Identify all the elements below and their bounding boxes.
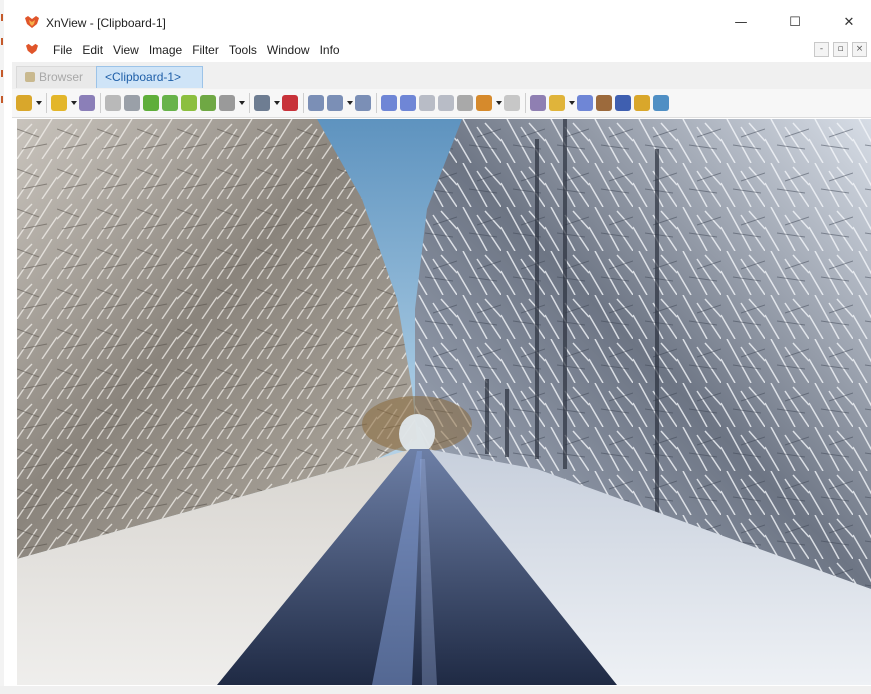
mdi-close-button[interactable]: × — [852, 42, 867, 57]
previous-icon[interactable] — [381, 95, 397, 111]
dropdown-arrow-icon[interactable] — [495, 95, 502, 111]
main-toolbar — [12, 89, 871, 118]
green-folder-icon[interactable] — [181, 95, 197, 111]
dropdown-arrow-icon[interactable] — [70, 95, 77, 111]
fullscreen-icon[interactable] — [504, 95, 520, 111]
next-icon[interactable] — [400, 95, 416, 111]
print-icon[interactable] — [219, 95, 235, 111]
menu-image[interactable]: Image — [144, 43, 187, 57]
menu-edit[interactable]: Edit — [77, 43, 108, 57]
image-view[interactable] — [17, 119, 871, 685]
adjust-icon[interactable] — [530, 95, 546, 111]
window-title: XnView - [Clipboard-1] — [46, 16, 166, 30]
menu-view[interactable]: View — [108, 43, 144, 57]
zoom-fit-icon[interactable] — [355, 95, 371, 111]
effects-icon[interactable] — [549, 95, 565, 111]
close-button[interactable]: ✕ — [826, 8, 871, 38]
copy-icon[interactable] — [124, 95, 140, 111]
toolbar-separator — [376, 93, 377, 113]
zoom-out-icon[interactable] — [327, 95, 343, 111]
minimize-button[interactable]: — — [718, 8, 764, 38]
xnview-app-icon — [25, 16, 39, 28]
browser-tab-icon — [25, 72, 35, 82]
select-pointer-icon[interactable] — [16, 95, 32, 111]
dropdown-arrow-icon[interactable] — [35, 95, 42, 111]
toolbar-separator — [46, 93, 47, 113]
open-folder-icon[interactable] — [51, 95, 67, 111]
tab-browser[interactable]: Browser — [16, 66, 104, 88]
gold-bar-icon[interactable] — [634, 95, 650, 111]
last-icon[interactable] — [438, 95, 454, 111]
dropdown-arrow-icon[interactable] — [273, 95, 280, 111]
rotate-icon[interactable] — [457, 95, 473, 111]
maximize-button[interactable]: ☐ — [772, 8, 818, 38]
dropdown-arrow-icon[interactable] — [238, 95, 245, 111]
status-area — [0, 686, 871, 694]
menu-info[interactable]: Info — [315, 43, 345, 57]
batch-icon[interactable] — [577, 95, 593, 111]
slideshow-icon[interactable] — [254, 95, 270, 111]
dropdown-arrow-icon[interactable] — [346, 95, 353, 111]
document-icon[interactable] — [25, 43, 39, 55]
tab-bar: Browser <Clipboard-1> — [12, 62, 871, 90]
green-save-icon[interactable] — [200, 95, 216, 111]
scanner-icon[interactable] — [79, 95, 95, 111]
screen-icon[interactable] — [615, 95, 631, 111]
toolbar-separator — [303, 93, 304, 113]
toolbar-separator — [249, 93, 250, 113]
tab-clipboard-label: <Clipboard-1> — [105, 70, 182, 84]
info-icon[interactable] — [653, 95, 669, 111]
dropdown-arrow-icon[interactable] — [568, 95, 575, 111]
menu-filter[interactable]: Filter — [187, 43, 224, 57]
menu-window[interactable]: Window — [262, 43, 315, 57]
mdi-restore-button[interactable]: ▫ — [833, 42, 848, 57]
green-globe-icon[interactable] — [143, 95, 159, 111]
zoom-in-icon[interactable] — [308, 95, 324, 111]
window-edge — [0, 0, 4, 694]
app-window: XnView - [Clipboard-1] — ☐ ✕ File Edit V… — [0, 0, 871, 694]
menu-file[interactable]: File — [48, 43, 77, 57]
properties-icon[interactable] — [282, 95, 298, 111]
first-icon[interactable] — [419, 95, 435, 111]
capture-icon[interactable] — [596, 95, 612, 111]
tab-clipboard[interactable]: <Clipboard-1> — [96, 66, 203, 88]
tab-browser-label: Browser — [39, 70, 84, 84]
toolbar-separator — [100, 93, 101, 113]
title-bar[interactable]: XnView - [Clipboard-1] — ☐ ✕ — [12, 8, 871, 38]
toolbar-separator — [525, 93, 526, 113]
paste-icon[interactable] — [105, 95, 121, 111]
mdi-minimize-button[interactable]: - — [814, 42, 829, 57]
winter-road-photo — [17, 119, 871, 685]
menu-bar: File Edit View Image Filter Tools Window… — [12, 38, 871, 62]
green-page-icon[interactable] — [162, 95, 178, 111]
crop-icon[interactable] — [476, 95, 492, 111]
menu-tools[interactable]: Tools — [224, 43, 262, 57]
